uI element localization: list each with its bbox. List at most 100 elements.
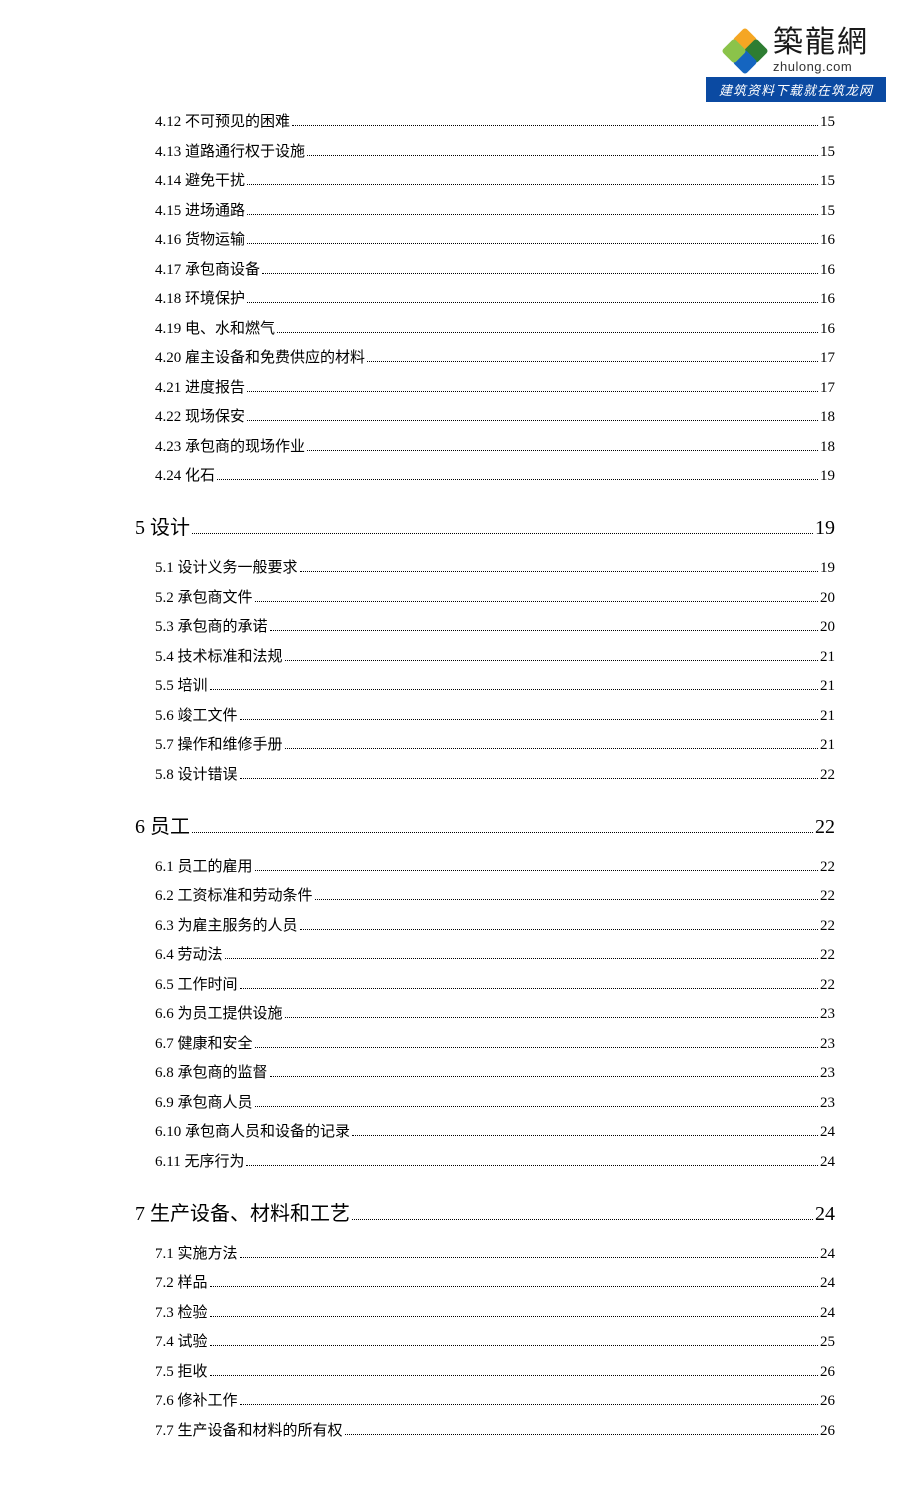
toc-page-number: 23 <box>820 1006 835 1023</box>
toc-leader <box>352 1135 818 1136</box>
toc-leader <box>255 870 818 871</box>
toc-label: 7.5 拒收 <box>155 1360 208 1381</box>
toc-page-number: 22 <box>820 918 835 935</box>
toc-label: 4.18 环境保护 <box>155 287 245 308</box>
toc-page-number: 15 <box>820 114 835 131</box>
toc-label: 4.19 电、水和燃气 <box>155 317 275 338</box>
toc-leader <box>240 719 818 720</box>
toc-label: 4.16 货物运输 <box>155 228 245 249</box>
toc-entry[interactable]: 6.5 工作时间22 <box>155 973 835 994</box>
toc-entry[interactable]: 5.6 竣工文件21 <box>155 704 835 725</box>
toc-entry[interactable]: 5.7 操作和维修手册21 <box>155 733 835 754</box>
toc-label: 4.23 承包商的现场作业 <box>155 435 305 456</box>
toc-page-number: 19 <box>820 468 835 485</box>
toc-label: 6.10 承包商人员和设备的记录 <box>155 1120 350 1141</box>
toc-page-number: 21 <box>820 678 835 695</box>
toc-entry[interactable]: 4.16 货物运输 16 <box>155 228 835 249</box>
toc-entry[interactable]: 5.8 设计错误22 <box>155 763 835 784</box>
toc-entry[interactable]: 5.4 技术标准和法规21 <box>155 645 835 666</box>
toc-entry[interactable]: 6.7 健康和安全 23 <box>155 1032 835 1053</box>
toc-heading[interactable]: 5 设计19 <box>135 511 835 540</box>
toc-label: 6.7 健康和安全 <box>155 1032 253 1053</box>
toc-entry[interactable]: 7.1 实施方法24 <box>155 1242 835 1263</box>
toc-page-number: 26 <box>820 1364 835 1381</box>
toc-entry[interactable]: 4.19 电、水和燃气16 <box>155 317 835 338</box>
toc-leader <box>247 302 818 303</box>
toc-leader <box>352 1219 813 1220</box>
toc-label: 6.9 承包商人员 <box>155 1091 253 1112</box>
logo-flower-icon <box>723 29 767 73</box>
toc-entry[interactable]: 4.20 雇主设备和免费供应的材料17 <box>155 346 835 367</box>
toc-entry[interactable]: 4.22 现场保安18 <box>155 405 835 426</box>
toc-entry[interactable]: 6.11 无序行为24 <box>155 1150 835 1171</box>
toc-entry[interactable]: 4.14 避免干扰15 <box>155 169 835 190</box>
toc-entry[interactable]: 6.3 为雇主服务的人员22 <box>155 914 835 935</box>
toc-leader <box>270 630 818 631</box>
toc-page-number: 20 <box>820 590 835 607</box>
toc-label: 6 员工 <box>135 810 190 839</box>
toc-label: 5.5 培训 <box>155 674 208 695</box>
toc-entry[interactable]: 4.12 不可预见的困难 15 <box>155 110 835 131</box>
toc-entry[interactable]: 5.2 承包商文件 20 <box>155 586 835 607</box>
toc-entry[interactable]: 7.2 样品 24 <box>155 1271 835 1292</box>
toc-leader <box>262 273 818 274</box>
toc-label: 5.1 设计义务一般要求 <box>155 556 298 577</box>
toc-entry[interactable]: 7.4 试验25 <box>155 1330 835 1351</box>
toc-leader <box>307 155 818 156</box>
toc-page-number: 26 <box>820 1423 835 1440</box>
toc-entry[interactable]: 7.6 修补工作26 <box>155 1389 835 1410</box>
toc-leader <box>277 332 818 333</box>
toc-entry[interactable]: 6.8 承包商的监督23 <box>155 1061 835 1082</box>
toc-entry[interactable]: 6.6 为员工提供设施 23 <box>155 1002 835 1023</box>
toc-leader <box>300 929 818 930</box>
toc-entry[interactable]: 4.15 进场通路15 <box>155 199 835 220</box>
toc-entry[interactable]: 5.5 培训 21 <box>155 674 835 695</box>
toc-label: 5.2 承包商文件 <box>155 586 253 607</box>
toc-entry[interactable]: 4.13 道路通行权于设施15 <box>155 140 835 161</box>
toc-label: 4.17 承包商设备 <box>155 258 260 279</box>
toc-page-number: 24 <box>815 1203 835 1226</box>
toc-page-number: 24 <box>820 1275 835 1292</box>
toc-page-number: 17 <box>820 380 835 397</box>
toc-heading[interactable]: 7 生产设备、材料和工艺24 <box>135 1197 835 1226</box>
toc-page-number: 22 <box>815 816 835 839</box>
toc-page-number: 23 <box>820 1036 835 1053</box>
toc-page-number: 16 <box>820 232 835 249</box>
toc-entry[interactable]: 6.4 劳动法22 <box>155 943 835 964</box>
toc-entry[interactable]: 6.1 员工的雇用22 <box>155 855 835 876</box>
toc-entry[interactable]: 6.10 承包商人员和设备的记录24 <box>155 1120 835 1141</box>
toc-page-number: 21 <box>820 737 835 754</box>
toc-entry[interactable]: 7.3 检验24 <box>155 1301 835 1322</box>
toc-entry[interactable]: 6.9 承包商人员23 <box>155 1091 835 1112</box>
toc-entry[interactable]: 5.3 承包商的承诺20 <box>155 615 835 636</box>
table-of-contents: 4.12 不可预见的困难154.13 道路通行权于设施154.14 避免干扰15… <box>155 110 835 1440</box>
toc-label: 6.2 工资标准和劳动条件 <box>155 884 313 905</box>
toc-label: 4.12 不可预见的困难 <box>155 110 290 131</box>
toc-leader <box>307 450 818 451</box>
toc-leader <box>210 1286 818 1287</box>
toc-entry[interactable]: 4.17 承包商设备16 <box>155 258 835 279</box>
toc-label: 7.2 样品 <box>155 1271 208 1292</box>
toc-entry[interactable]: 4.24 化石19 <box>155 464 835 485</box>
toc-entry[interactable]: 4.18 环境保护 16 <box>155 287 835 308</box>
toc-entry[interactable]: 4.21 进度报告17 <box>155 376 835 397</box>
toc-leader <box>247 391 818 392</box>
toc-label: 6.6 为员工提供设施 <box>155 1002 283 1023</box>
toc-leader <box>210 1316 818 1317</box>
toc-page-number: 18 <box>820 409 835 426</box>
toc-leader <box>255 1047 818 1048</box>
toc-leader <box>192 533 813 534</box>
toc-entry[interactable]: 7.7 生产设备和材料的所有权26 <box>155 1419 835 1440</box>
toc-leader <box>210 1375 818 1376</box>
toc-entry[interactable]: 5.1 设计义务一般要求19 <box>155 556 835 577</box>
toc-label: 6.11 无序行为 <box>155 1150 244 1171</box>
toc-leader <box>225 958 818 959</box>
toc-entry[interactable]: 6.2 工资标准和劳动条件22 <box>155 884 835 905</box>
toc-entry[interactable]: 7.5 拒收 26 <box>155 1360 835 1381</box>
toc-entry[interactable]: 4.23 承包商的现场作业18 <box>155 435 835 456</box>
toc-page-number: 15 <box>820 144 835 161</box>
toc-heading[interactable]: 6 员工 22 <box>135 810 835 839</box>
toc-label: 6.4 劳动法 <box>155 943 223 964</box>
toc-leader <box>247 420 818 421</box>
toc-page-number: 16 <box>820 291 835 308</box>
